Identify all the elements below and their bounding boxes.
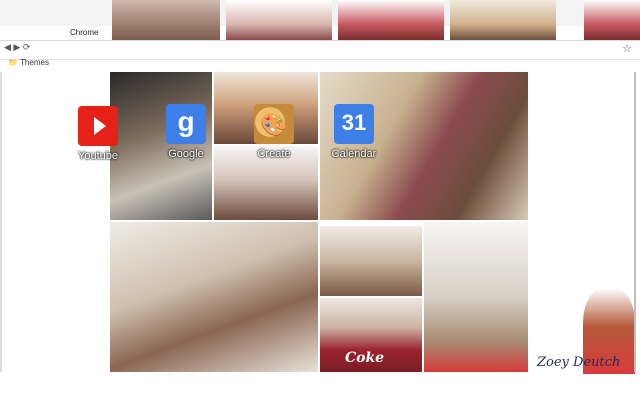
theme-thumb <box>112 0 220 40</box>
shortcut-label: Google <box>168 148 204 160</box>
shortcut-label: Calendar <box>331 148 377 160</box>
browser-tab[interactable]: Chrome <box>56 24 111 40</box>
theme-thumb <box>450 0 556 40</box>
omnibox[interactable]: ◀ ▶ ⟳ ☆ <box>0 40 640 60</box>
bookmarks-bar: 📁 Themes <box>0 58 640 70</box>
calendar-icon: 31 <box>334 104 374 144</box>
folder-icon: 📁 <box>8 58 18 67</box>
shortcut-label: Create <box>257 148 291 160</box>
browser-chrome: Chrome ◀ ▶ ⟳ ☆ 📁 Themes <box>0 0 640 72</box>
theme-thumb <box>338 0 444 40</box>
shortcut-label: Youtube <box>78 150 118 162</box>
bookmark-themes[interactable]: 📁 Themes <box>8 58 49 67</box>
signature: Zoey Deutch <box>537 355 621 370</box>
star-icon[interactable]: ☆ <box>622 42 632 55</box>
shortcut-google[interactable]: g Google <box>158 104 214 164</box>
google-icon: g <box>166 104 206 144</box>
theme-thumb <box>226 0 332 40</box>
nav-buttons[interactable]: ◀ ▶ ⟳ <box>4 42 30 53</box>
youtube-icon <box>78 106 118 146</box>
shirt-text: Coke <box>345 350 385 366</box>
photo-tile <box>424 222 528 372</box>
shortcut-youtube[interactable]: Youtube <box>70 106 126 166</box>
photo-tile <box>320 226 422 296</box>
shortcut-calendar[interactable]: 31 Calendar <box>326 104 382 164</box>
palette-icon: 🎨 <box>254 104 294 144</box>
scrollbar[interactable] <box>634 72 636 372</box>
photo-tile <box>110 222 318 372</box>
theme-thumb <box>584 0 640 40</box>
divider <box>0 72 2 372</box>
shortcut-create[interactable]: 🎨 Create <box>246 104 302 164</box>
tab-title: Chrome <box>70 28 99 37</box>
footer <box>0 376 640 400</box>
bookmark-label: Themes <box>20 58 49 67</box>
